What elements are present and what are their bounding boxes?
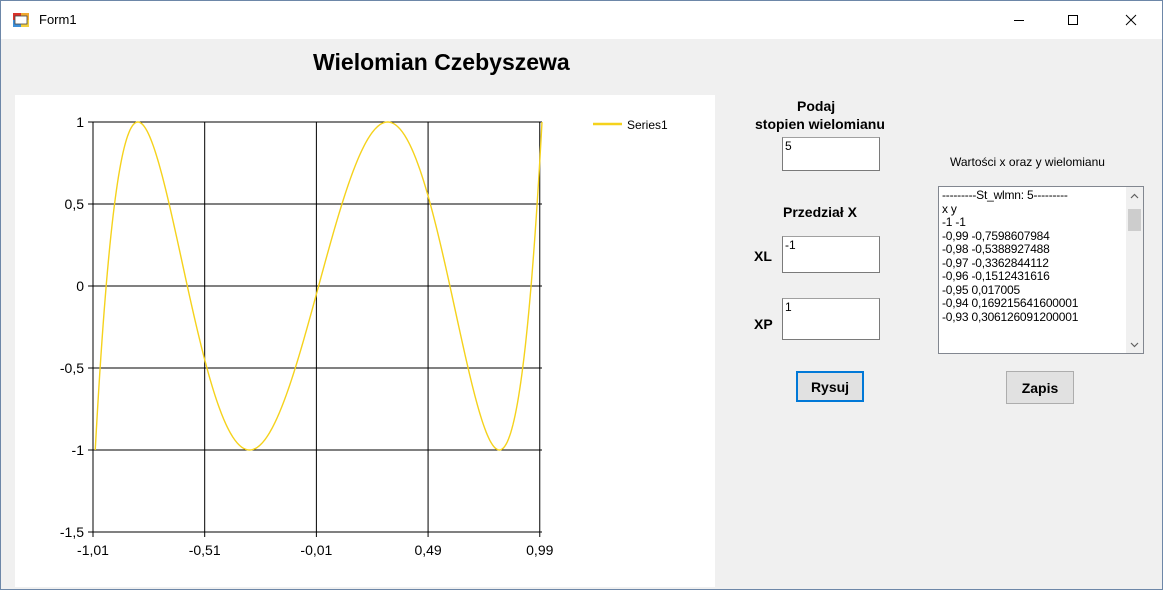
list-item[interactable]: -0,98 -0,5388927488 <box>942 242 1122 257</box>
list-item[interactable]: -1 -1 <box>942 215 1122 230</box>
y-tick-label: -1 <box>72 442 85 458</box>
y-tick-label: -1,5 <box>60 524 84 540</box>
y-tick-label: 0,5 <box>65 196 85 212</box>
minimize-button[interactable] <box>996 1 1042 39</box>
xp-label: XP <box>754 316 773 332</box>
y-tick-label: 1 <box>76 114 84 130</box>
list-item[interactable]: -0,93 0,306126091200001 <box>942 310 1122 325</box>
scroll-up-button[interactable] <box>1126 187 1143 204</box>
degree-label-line2: stopien wielomianu <box>755 116 885 132</box>
x-tick-label: 0,49 <box>414 542 441 558</box>
x-tick-label: -1,01 <box>77 542 109 558</box>
list-item[interactable]: -0,94 0,169215641600001 <box>942 296 1122 311</box>
xp-input[interactable]: 1 <box>782 298 880 340</box>
title-bar[interactable]: Form1 <box>1 1 1162 39</box>
chart-svg: 1 0,5 0 -0,5 -1 -1,5 -1,01 -0,51 -0,01 0,49 0,99 Se… <box>60 114 668 558</box>
chart-panel: 1 0,5 0 -0,5 -1 -1,5 -1,01 -0,51 -0,01 0,49 0,99 Se… <box>15 95 715 587</box>
degree-input[interactable]: 5 <box>782 137 880 171</box>
xl-input[interactable]: -1 <box>782 236 880 273</box>
legend-label: Series1 <box>627 118 668 132</box>
y-tick-label: -0,5 <box>60 360 84 376</box>
close-button[interactable] <box>1108 1 1154 39</box>
list-item[interactable]: x y <box>942 202 1122 217</box>
values-list-caption: Wartości x oraz y wielomianu <box>950 155 1105 169</box>
maximize-button[interactable] <box>1050 1 1096 39</box>
list-item[interactable]: -0,99 -0,7598607984 <box>942 229 1122 244</box>
scroll-thumb[interactable] <box>1128 209 1141 231</box>
chevron-down-icon <box>1130 342 1139 347</box>
maximize-icon <box>1068 15 1078 25</box>
list-item[interactable]: -0,97 -0,3362844112 <box>942 256 1122 271</box>
values-listbox[interactable]: ---------St_wlmn: 5--------- x y -1 -1 -0,9… <box>938 186 1144 354</box>
window-title: Form1 <box>39 12 77 27</box>
y-tick-label: 0 <box>76 278 84 294</box>
list-item[interactable]: ---------St_wlmn: 5--------- <box>942 188 1122 203</box>
x-tick-label: 0,99 <box>526 542 553 558</box>
minimize-icon <box>1014 20 1024 21</box>
app-form-icon[interactable] <box>13 12 29 28</box>
values-list: ---------St_wlmn: 5--------- x y -1 -1 -0,9… <box>942 188 1122 325</box>
x-tick-label: -0,51 <box>189 542 221 558</box>
close-icon <box>1125 14 1137 26</box>
degree-label-line1: Podaj <box>797 98 836 114</box>
draw-button[interactable]: Rysuj <box>796 371 864 402</box>
list-item[interactable]: -0,95 0,017005 <box>942 283 1122 298</box>
list-item[interactable]: -0,96 -0,1512431616 <box>942 269 1122 284</box>
chevron-up-icon <box>1130 193 1139 198</box>
interval-label: Przedział X <box>783 204 857 220</box>
scroll-down-button[interactable] <box>1126 336 1143 353</box>
save-button[interactable]: Zapis <box>1006 371 1074 404</box>
xl-label: XL <box>754 248 772 264</box>
x-tick-label: -0,01 <box>300 542 332 558</box>
main-window: Form1 Wielomian Czebyszewa 1 0,5 0 -0,5 -1 -1… <box>0 0 1163 590</box>
page-title: Wielomian Czebyszewa <box>313 49 570 75</box>
listbox-scrollbar[interactable] <box>1126 187 1143 353</box>
